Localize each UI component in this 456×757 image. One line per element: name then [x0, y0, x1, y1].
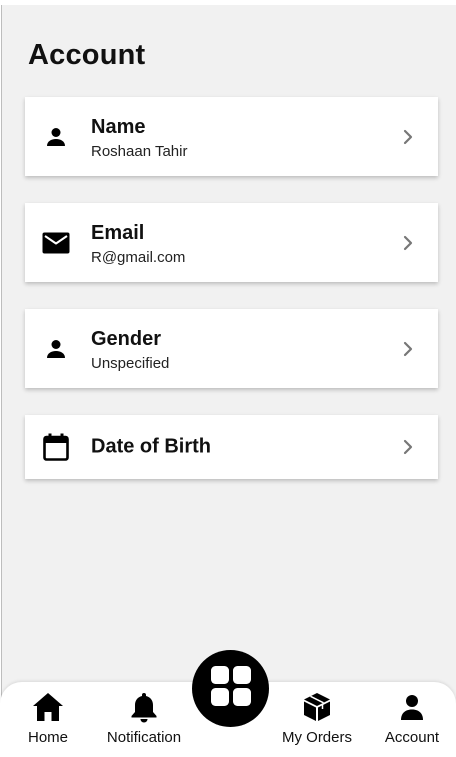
- account-screen: Account Name Roshaan Tahir Email R@gmail…: [1, 5, 456, 757]
- home-icon: [31, 690, 65, 724]
- person-icon: [42, 123, 70, 151]
- package-icon: [300, 690, 334, 724]
- email-row[interactable]: Email R@gmail.com: [25, 203, 438, 282]
- nav-account[interactable]: Account: [364, 690, 456, 746]
- center-grid-button[interactable]: [192, 650, 269, 727]
- gender-row[interactable]: Gender Unspecified: [25, 309, 438, 388]
- chevron-right-icon: [400, 341, 416, 357]
- nav-account-label: Account: [384, 729, 440, 746]
- date-of-birth-row[interactable]: Date of Birth: [25, 415, 438, 479]
- nav-my-orders-label: My Orders: [281, 729, 352, 746]
- person-icon: [395, 690, 429, 724]
- gender-label: Gender: [91, 328, 162, 350]
- chevron-right-icon: [400, 235, 416, 251]
- gender-value: Unspecified: [91, 355, 170, 372]
- name-label: Name: [91, 116, 146, 138]
- grid-icon: [210, 665, 252, 712]
- email-value: R@gmail.com: [91, 249, 186, 266]
- nav-home-label: Home: [27, 729, 68, 746]
- date-of-birth-label: Date of Birth: [91, 435, 211, 458]
- mail-icon: [42, 229, 70, 257]
- nav-notification[interactable]: Notification: [96, 690, 192, 746]
- nav-my-orders[interactable]: My Orders: [269, 690, 365, 746]
- name-row[interactable]: Name Roshaan Tahir: [25, 97, 438, 176]
- nav-notification-label: Notification: [106, 729, 182, 746]
- page-title: Account: [28, 39, 146, 71]
- chevron-right-icon: [400, 129, 416, 145]
- chevron-right-icon: [400, 439, 416, 455]
- nav-home[interactable]: Home: [0, 690, 96, 746]
- name-value: Roshaan Tahir: [91, 143, 188, 160]
- calendar-icon: [42, 433, 70, 461]
- bell-icon: [127, 690, 161, 724]
- email-label: Email: [91, 222, 145, 244]
- person-icon: [42, 335, 70, 363]
